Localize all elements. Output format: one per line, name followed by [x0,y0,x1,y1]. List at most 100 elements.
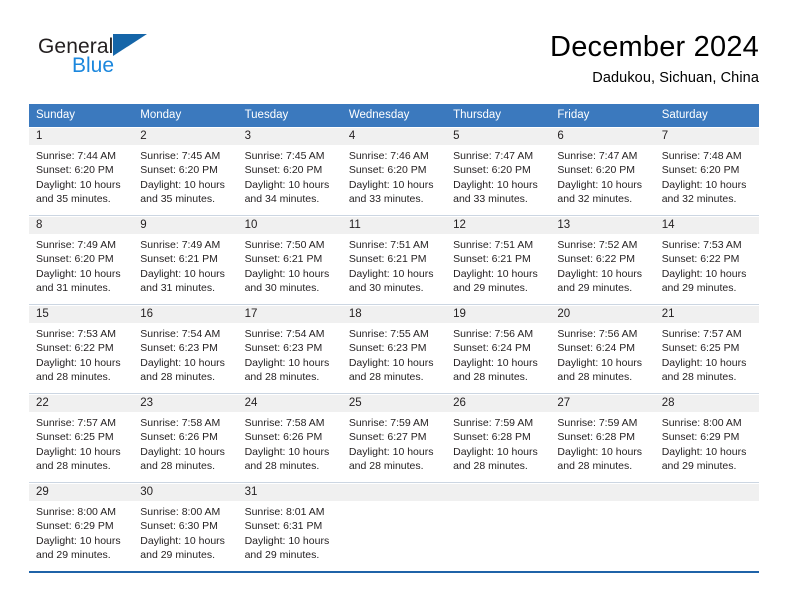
calendar-day-cell[interactable]: 16 Sunrise: 7:54 AM Sunset: 6:23 PM Dayligh… [133,305,238,393]
sunset-time: Sunset: 6:25 PM [36,431,114,444]
sunrise-time: Sunrise: 7:59 AM [348,417,429,429]
calendar-day-cell-inner: 16 Sunrise: 7:54 AM Sunset: 6:23 PM Dayligh… [133,305,238,393]
sunset-time: Sunset: 6:31 PM [244,520,323,533]
calendar-day-cell[interactable] [654,483,759,571]
calendar-day-cell[interactable]: 26 Sunrise: 7:59 AM Sunset: 6:28 PM Dayligh… [446,394,551,482]
page-subtitle-location: Dadukou, Sichuan, China [592,70,759,86]
calendar-day-cell-inner: 26 Sunrise: 7:59 AM Sunset: 6:28 PM Dayligh… [446,394,551,482]
sunset-time: Sunset: 6:28 PM [557,431,636,444]
calendar-day-cell[interactable]: 2 Sunrise: 7:45 AM Sunset: 6:20 PM Daylight… [133,127,238,215]
daylight-duration-line2: and 34 minutes. [244,192,320,205]
day-details: Sunrise: 7:53 AM Sunset: 6:22 PM Daylight:… [655,234,759,295]
calendar-day-cell-inner: 13 Sunrise: 7:52 AM Sunset: 6:22 PM Dayligh… [550,216,655,304]
day-number: 7 [654,128,759,145]
sunrise-time: Sunrise: 7:46 AM [348,150,429,162]
calendar-day-cell[interactable]: 6 Sunrise: 7:47 AM Sunset: 6:20 PM Daylight… [550,127,655,215]
daylight-duration-line1: Daylight: 10 hours [348,356,434,369]
week-row-separator [29,571,759,573]
calendar-day-cell[interactable] [550,483,655,571]
calendar-day-cell[interactable]: 23 Sunrise: 7:58 AM Sunset: 6:26 PM Dayligh… [133,394,238,482]
sunset-time: Sunset: 6:20 PM [244,164,323,177]
calendar-page: General Blue December 2024 Dadukou, Sich… [0,0,792,612]
day-details: Sunrise: 7:53 AM Sunset: 6:22 PM Daylight:… [29,323,133,384]
day-number: 9 [133,217,238,234]
calendar-day-cell[interactable]: 1 Sunrise: 7:44 AM Sunset: 6:20 PM Daylight… [29,127,134,215]
day-number: 2 [133,128,238,145]
calendar-day-cell[interactable]: 30 Sunrise: 8:00 AM Sunset: 6:30 PM Dayligh… [133,483,238,571]
calendar-day-cell[interactable]: 31 Sunrise: 8:01 AM Sunset: 6:31 PM Dayligh… [237,483,342,571]
day-details: Sunrise: 8:01 AM Sunset: 6:31 PM Daylight:… [238,501,342,562]
calendar-day-cell[interactable]: 12 Sunrise: 7:51 AM Sunset: 6:21 PM Dayligh… [446,216,551,304]
calendar-day-cell[interactable]: 22 Sunrise: 7:57 AM Sunset: 6:25 PM Dayligh… [29,394,134,482]
daylight-duration-line2: and 32 minutes. [557,192,633,205]
weekday-header-wednesday: Wednesday [341,104,447,127]
calendar-day-cell[interactable]: 24 Sunrise: 7:58 AM Sunset: 6:26 PM Dayligh… [237,394,342,482]
daylight-duration-line1: Daylight: 10 hours [453,178,538,191]
calendar-day-cell[interactable]: 25 Sunrise: 7:59 AM Sunset: 6:27 PM Dayligh… [341,394,447,482]
day-details: Sunrise: 7:58 AM Sunset: 6:26 PM Daylight:… [133,412,237,473]
sunset-time: Sunset: 6:25 PM [661,342,740,355]
calendar-day-cell[interactable]: 18 Sunrise: 7:55 AM Sunset: 6:23 PM Dayligh… [341,305,447,393]
title-block: December 2024 Dadukou, Sichuan, China [550,30,759,88]
sunrise-time: Sunrise: 7:52 AM [557,239,638,251]
calendar-day-cell[interactable]: 29 Sunrise: 8:00 AM Sunset: 6:29 PM Dayligh… [29,483,134,571]
daylight-duration-line1: Daylight: 10 hours [36,445,121,458]
calendar-day-cell[interactable]: 21 Sunrise: 7:57 AM Sunset: 6:25 PM Dayligh… [654,305,759,393]
daylight-duration-line2: and 29 minutes. [661,281,737,294]
calendar-day-cell[interactable]: 15 Sunrise: 7:53 AM Sunset: 6:22 PM Dayligh… [29,305,134,393]
daylight-duration-line2: and 28 minutes. [453,370,528,383]
calendar-day-cell[interactable]: 7 Sunrise: 7:48 AM Sunset: 6:20 PM Daylight… [654,127,759,215]
weekday-header-friday: Friday [550,104,655,127]
calendar-day-cell-empty [446,483,551,571]
daylight-duration-line2: and 29 minutes. [661,459,737,472]
calendar-day-cell-inner: 11 Sunrise: 7:51 AM Sunset: 6:21 PM Dayligh… [341,216,447,304]
calendar-day-cell[interactable]: 27 Sunrise: 7:59 AM Sunset: 6:28 PM Dayligh… [550,394,655,482]
daylight-duration-line2: and 32 minutes. [661,192,737,205]
logo-text-blue: Blue [72,54,115,77]
calendar-day-cell[interactable]: 3 Sunrise: 7:45 AM Sunset: 6:20 PM Daylight… [237,127,342,215]
calendar-day-cell-empty [654,483,759,571]
daylight-duration-line1: Daylight: 10 hours [36,178,121,191]
calendar-day-cell[interactable]: 11 Sunrise: 7:51 AM Sunset: 6:21 PM Dayligh… [341,216,447,304]
sunset-time: Sunset: 6:24 PM [557,342,636,355]
calendar-day-cell[interactable] [446,483,551,571]
calendar-day-cell[interactable]: 9 Sunrise: 7:49 AM Sunset: 6:21 PM Daylight… [133,216,238,304]
calendar-day-cell[interactable]: 5 Sunrise: 7:47 AM Sunset: 6:20 PM Daylight… [446,127,551,215]
calendar-day-cell[interactable]: 8 Sunrise: 7:49 AM Sunset: 6:20 PM Daylight… [29,216,134,304]
calendar-week-row: 15 Sunrise: 7:53 AM Sunset: 6:22 PM Dayligh… [29,305,759,393]
day-details: Sunrise: 7:47 AM Sunset: 6:20 PM Daylight:… [446,145,550,206]
day-details: Sunrise: 7:48 AM Sunset: 6:20 PM Daylight:… [655,145,759,206]
sunset-time: Sunset: 6:21 PM [140,253,218,266]
calendar-day-cell-inner: 12 Sunrise: 7:51 AM Sunset: 6:21 PM Dayligh… [446,216,551,304]
sunset-time: Sunset: 6:22 PM [36,342,114,355]
daylight-duration-line2: and 30 minutes. [348,281,424,294]
calendar-day-cell[interactable]: 20 Sunrise: 7:56 AM Sunset: 6:24 PM Dayligh… [550,305,655,393]
day-details [550,501,654,505]
week-row-separator-cell [29,571,134,573]
calendar-day-cell[interactable]: 4 Sunrise: 7:46 AM Sunset: 6:20 PM Daylight… [341,127,447,215]
calendar-day-cell[interactable]: 28 Sunrise: 8:00 AM Sunset: 6:29 PM Dayligh… [654,394,759,482]
daylight-duration-line2: and 31 minutes. [36,281,111,294]
calendar-day-cell[interactable] [341,483,447,571]
sunset-time: Sunset: 6:24 PM [453,342,531,355]
calendar-day-cell-inner: 21 Sunrise: 7:57 AM Sunset: 6:25 PM Dayligh… [654,305,759,393]
calendar-day-cell[interactable]: 14 Sunrise: 7:53 AM Sunset: 6:22 PM Dayligh… [654,216,759,304]
day-number: 12 [446,217,551,234]
day-number [446,484,551,501]
day-details [342,501,446,505]
day-details: Sunrise: 7:50 AM Sunset: 6:21 PM Daylight:… [238,234,342,295]
day-details: Sunrise: 7:45 AM Sunset: 6:20 PM Daylight:… [133,145,237,206]
calendar-day-cell[interactable]: 17 Sunrise: 7:54 AM Sunset: 6:23 PM Dayligh… [237,305,342,393]
daylight-duration-line1: Daylight: 10 hours [140,178,225,191]
calendar-day-cell[interactable]: 13 Sunrise: 7:52 AM Sunset: 6:22 PM Dayligh… [550,216,655,304]
sunrise-time: Sunrise: 7:50 AM [244,239,325,251]
day-details: Sunrise: 7:56 AM Sunset: 6:24 PM Daylight:… [446,323,550,384]
calendar-day-cell-inner: 22 Sunrise: 7:57 AM Sunset: 6:25 PM Dayligh… [29,394,134,482]
calendar-day-cell[interactable]: 10 Sunrise: 7:50 AM Sunset: 6:21 PM Dayligh… [237,216,342,304]
sunset-time: Sunset: 6:22 PM [661,253,740,266]
daylight-duration-line2: and 29 minutes. [557,281,633,294]
calendar-day-cell-inner: 29 Sunrise: 8:00 AM Sunset: 6:29 PM Dayligh… [29,483,134,571]
general-blue-logo[interactable]: General Blue [38,34,218,90]
daylight-duration-line2: and 29 minutes. [36,548,111,561]
calendar-day-cell[interactable]: 19 Sunrise: 7:56 AM Sunset: 6:24 PM Dayligh… [446,305,551,393]
